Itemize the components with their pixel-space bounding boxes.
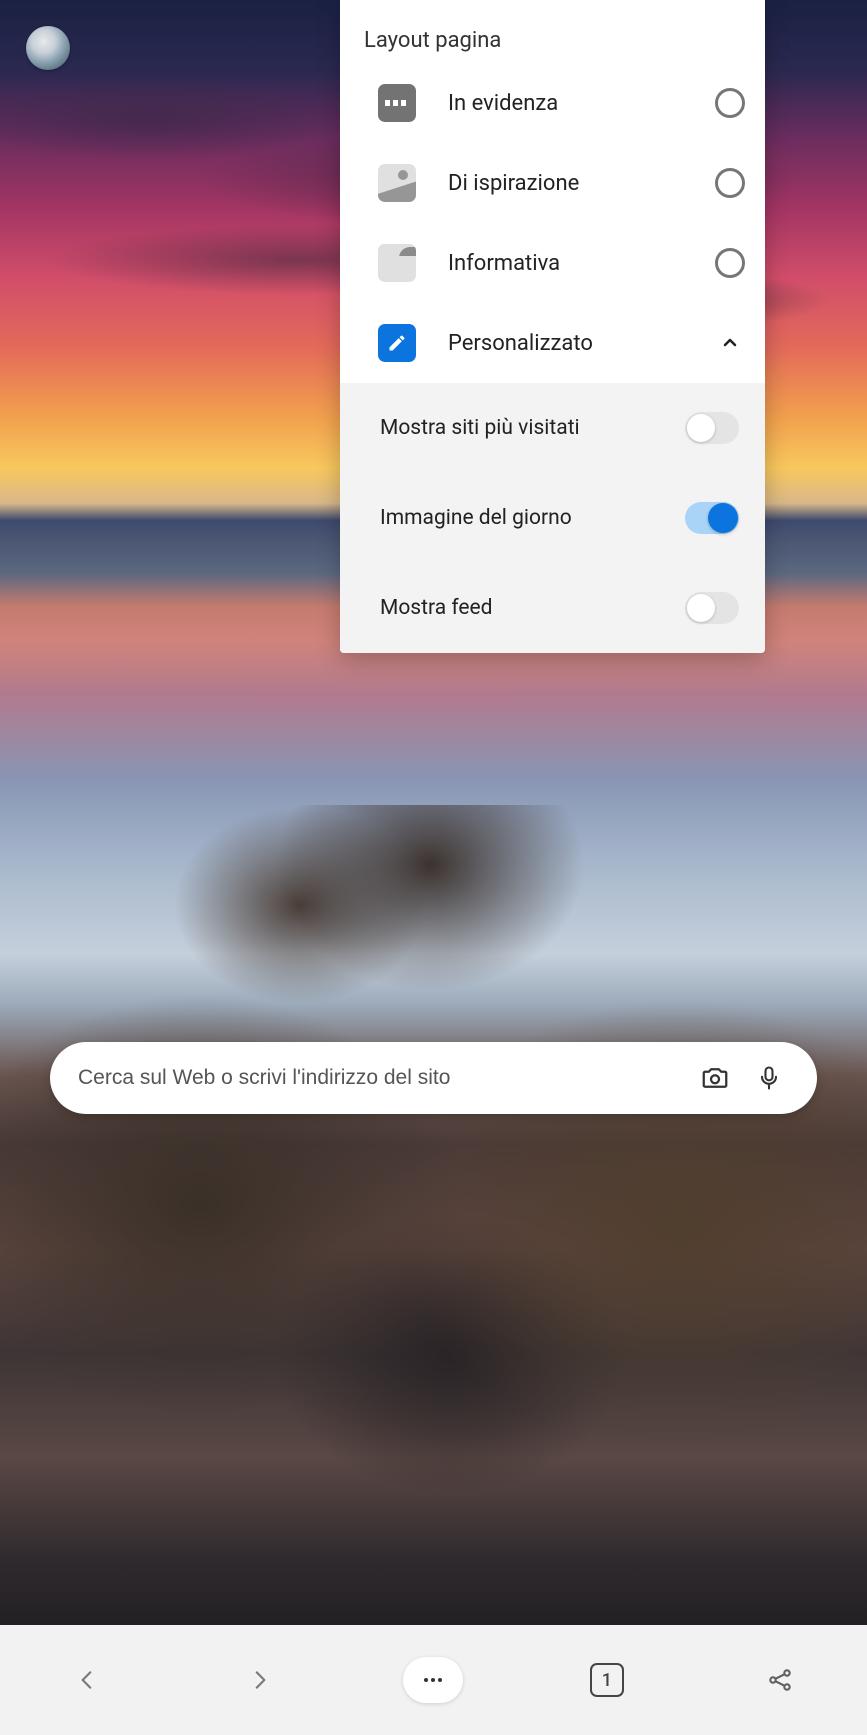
search-bar[interactable] [50, 1042, 817, 1114]
tabs-button[interactable]: 1 [577, 1650, 637, 1710]
toggle-row-daily-image: Immagine del giorno [340, 473, 765, 563]
menu-pill [403, 1657, 463, 1703]
layout-option-custom[interactable]: Personalizzato [340, 303, 765, 383]
toggle-label: Mostra feed [380, 596, 685, 620]
layout-option-informational[interactable]: Informativa [340, 223, 765, 303]
menu-button[interactable] [403, 1650, 463, 1710]
news-layout-icon [378, 244, 416, 282]
microphone-icon[interactable] [749, 1058, 789, 1098]
wallpaper-rocks [0, 805, 867, 1505]
search-input[interactable] [78, 1066, 681, 1090]
chevron-up-icon[interactable] [715, 328, 745, 358]
layout-option-label: Personalizzato [448, 331, 715, 356]
toggle-daily-image[interactable] [685, 502, 739, 534]
toggle-label: Mostra siti più visitati [380, 416, 685, 440]
featured-icon [378, 84, 416, 122]
camera-icon[interactable] [695, 1058, 735, 1098]
toggle-row-top-sites: Mostra siti più visitati [340, 383, 765, 473]
back-button[interactable] [57, 1650, 117, 1710]
image-icon [378, 164, 416, 202]
tab-count: 1 [602, 1670, 612, 1691]
page-layout-popover: Layout pagina In evidenza Di ispirazione… [340, 0, 765, 653]
toggle-label: Immagine del giorno [380, 506, 685, 530]
radio-unselected[interactable] [715, 88, 745, 118]
toggle-row-show-feed: Mostra feed [340, 563, 765, 653]
toggle-top-sites[interactable] [685, 412, 739, 444]
profile-avatar[interactable] [26, 26, 70, 70]
bottom-navigation-bar: 1 [0, 1625, 867, 1735]
radio-unselected[interactable] [715, 248, 745, 278]
forward-button[interactable] [230, 1650, 290, 1710]
popover-title: Layout pagina [340, 0, 765, 63]
share-button[interactable] [750, 1650, 810, 1710]
layout-option-inspiration[interactable]: Di ispirazione [340, 143, 765, 223]
layout-option-label: Informativa [448, 251, 715, 276]
custom-options-section: Mostra siti più visitati Immagine del gi… [340, 383, 765, 653]
radio-unselected[interactable] [715, 168, 745, 198]
pencil-icon [378, 324, 416, 362]
toggle-show-feed[interactable] [685, 592, 739, 624]
layout-option-featured[interactable]: In evidenza [340, 63, 765, 143]
layout-option-label: Di ispirazione [448, 171, 715, 196]
tab-count-badge: 1 [590, 1663, 624, 1697]
layout-option-label: In evidenza [448, 91, 715, 116]
